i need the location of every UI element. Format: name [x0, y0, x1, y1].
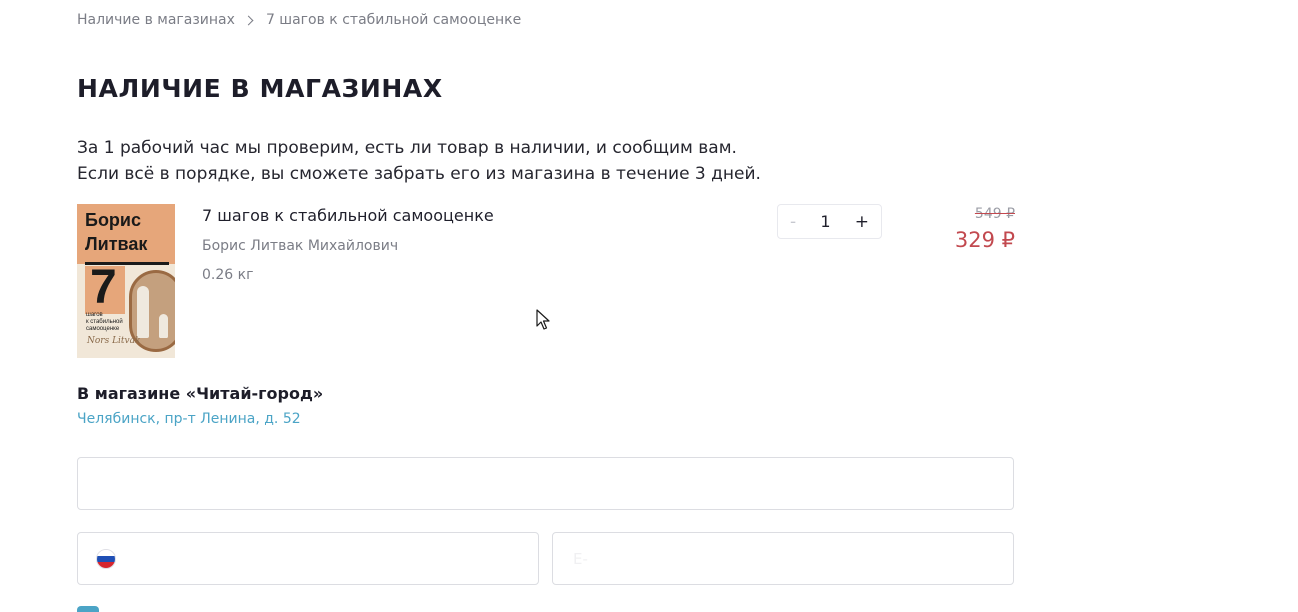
current-price: 329 ₽ — [954, 228, 1015, 252]
email-input[interactable] — [553, 533, 1013, 584]
quantity-stepper: - 1 + — [777, 204, 882, 239]
name-field — [77, 457, 1014, 510]
cover-subtitle-line-2: к стабильной — [86, 319, 123, 325]
breadcrumb: Наличие в магазинах 7 шагов к стабильной… — [77, 12, 521, 28]
russia-flag-icon[interactable] — [96, 549, 116, 569]
description-line-2: Если всё в порядке, вы сможете забрать е… — [77, 164, 761, 184]
product-author: Борис Литвак Михайлович — [202, 238, 399, 254]
breadcrumb-item-availability[interactable]: Наличие в магазинах — [77, 12, 235, 28]
phone-field — [77, 532, 539, 585]
cover-author-first-name: Борис — [85, 210, 142, 230]
cover-subtitle-line-3: самооценке — [86, 326, 120, 332]
breadcrumb-item-product[interactable]: 7 шагов к стабильной самооценке — [266, 12, 521, 28]
chess-king-icon — [137, 286, 149, 338]
availability-description: За 1 рабочий час мы проверим, есть ли то… — [77, 135, 761, 187]
product-title[interactable]: 7 шагов к стабильной самооценке — [202, 206, 494, 225]
page-title: НАЛИЧИЕ В МАГАЗИНАХ — [77, 74, 443, 103]
old-price: 549 ₽ — [974, 206, 1015, 222]
chess-pawn-icon — [159, 314, 168, 338]
consent-checkbox[interactable] — [77, 606, 99, 612]
chevron-right-icon — [243, 15, 254, 25]
book-cover-image[interactable]: Борис Литвак 7 шагов к стабильной самооц… — [77, 204, 175, 358]
email-field — [552, 532, 1014, 585]
cover-subtitle-line-1: шагов — [86, 312, 103, 318]
cover-subtitle: шагов к стабильной самооценке — [86, 312, 123, 333]
description-line-1: За 1 рабочий час мы проверим, есть ли то… — [77, 138, 737, 158]
cover-author-last-name: Литвак — [85, 234, 148, 254]
store-title: В магазине «Читай-город» — [77, 384, 324, 403]
decrease-quantity-button[interactable]: - — [790, 212, 796, 232]
name-input[interactable] — [78, 458, 1013, 509]
mouse-pointer-icon — [536, 309, 550, 330]
cover-signature: Nors Litvak — [87, 336, 141, 346]
product-weight: 0.26 кг — [202, 267, 254, 283]
increase-quantity-button[interactable]: + — [855, 212, 869, 232]
phone-input[interactable] — [78, 533, 538, 584]
quantity-value[interactable]: 1 — [820, 212, 830, 231]
store-address-link[interactable]: Челябинск, пр-т Ленина, д. 52 — [77, 411, 301, 427]
cover-number: 7 — [90, 261, 117, 314]
